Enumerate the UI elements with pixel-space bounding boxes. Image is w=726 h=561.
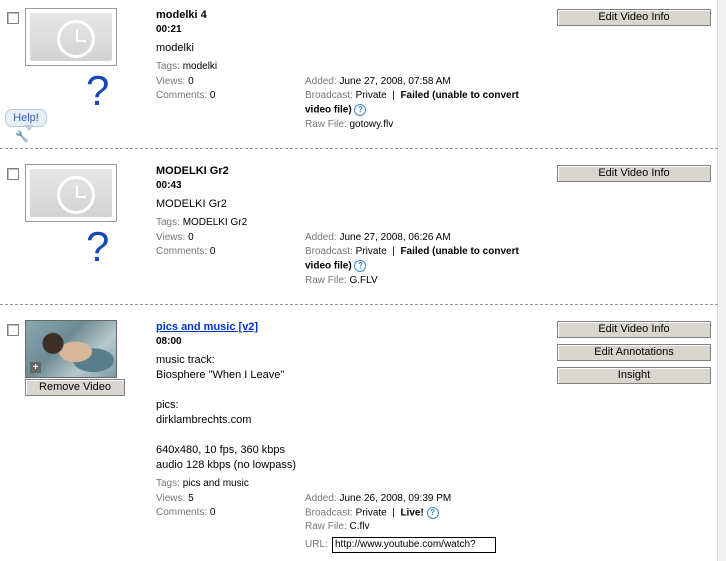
video-duration: 08:00 [156, 336, 182, 347]
video-added: Added: June 26, 2008, 09:39 PM [305, 493, 452, 504]
insight-button[interactable]: Insight [557, 367, 711, 384]
add-icon[interactable]: + [30, 362, 41, 373]
page-scrollbar[interactable] [717, 0, 726, 561]
question-mark-icon: ? [86, 67, 110, 114]
video-tags: Tags: MODELKI Gr2 [156, 217, 248, 228]
status-help-icon[interactable]: ? [426, 507, 439, 519]
video-comments: Comments: 0 [156, 507, 216, 518]
help-icon[interactable]: 🔧 [15, 130, 29, 143]
video-broadcast: Broadcast: Private | Failed (unable to c… [305, 246, 519, 257]
video-views: Views: 0 [156, 232, 194, 243]
remove-video-button[interactable]: Remove Video [25, 379, 125, 396]
video-select-checkbox[interactable] [7, 12, 19, 24]
video-url-label: URL: [305, 539, 328, 550]
row-divider [0, 148, 718, 149]
question-mark-icon: ? [86, 223, 110, 270]
video-tags: Tags: pics and music [156, 478, 249, 489]
video-rawfile: Raw File: gotowy.flv [305, 119, 394, 130]
edit-video-info-button[interactable]: Edit Video Info [557, 321, 711, 338]
video-views: Views: 5 [156, 493, 194, 504]
video-url-field[interactable]: http://www.youtube.com/watch? [332, 537, 496, 553]
video-duration: 00:21 [156, 24, 182, 35]
video-duration: 00:43 [156, 180, 182, 191]
video-description: music track: Biosphere "When I Leave" pi… [156, 354, 297, 471]
status-help-icon[interactable]: ? [354, 260, 367, 272]
edit-video-info-button[interactable]: Edit Video Info [557, 165, 711, 182]
video-comments: Comments: 0 [156, 90, 216, 101]
video-broadcast: Broadcast: Private | Failed (unable to c… [305, 90, 519, 101]
status-help-icon[interactable]: ? [354, 104, 367, 116]
edit-video-info-button[interactable]: Edit Video Info [557, 9, 711, 26]
video-thumbnail-placeholder[interactable] [25, 164, 117, 222]
video-status-cont: video file) ? [305, 260, 367, 272]
video-thumbnail-placeholder[interactable] [25, 8, 117, 66]
video-select-checkbox[interactable] [7, 324, 19, 336]
video-added: Added: June 27, 2008, 07:58 AM [305, 76, 451, 87]
video-description: modelki [156, 42, 194, 54]
video-title: modelki 4 [156, 9, 207, 21]
video-rawfile: Raw File: G.FLV [305, 275, 378, 286]
processing-thumbnail [30, 13, 112, 61]
video-comments: Comments: 0 [156, 246, 216, 257]
edit-annotations-button[interactable]: Edit Annotations [557, 344, 711, 361]
clock-icon [57, 176, 95, 214]
video-rawfile: Raw File: C.flv [305, 521, 370, 532]
row-divider [0, 304, 718, 305]
video-description: MODELKI Gr2 [156, 198, 227, 210]
video-title: MODELKI Gr2 [156, 165, 229, 177]
clock-icon [57, 20, 95, 58]
video-title-link[interactable]: pics and music [v2] [156, 321, 258, 333]
video-tags: Tags: modelki [156, 61, 218, 72]
video-added: Added: June 27, 2008, 06:26 AM [305, 232, 451, 243]
video-select-checkbox[interactable] [7, 168, 19, 180]
video-status-cont: video file) ? [305, 104, 367, 116]
video-broadcast: Broadcast: Private | Live! ? [305, 507, 439, 519]
video-views: Views: 0 [156, 76, 194, 87]
processing-thumbnail [30, 169, 112, 217]
